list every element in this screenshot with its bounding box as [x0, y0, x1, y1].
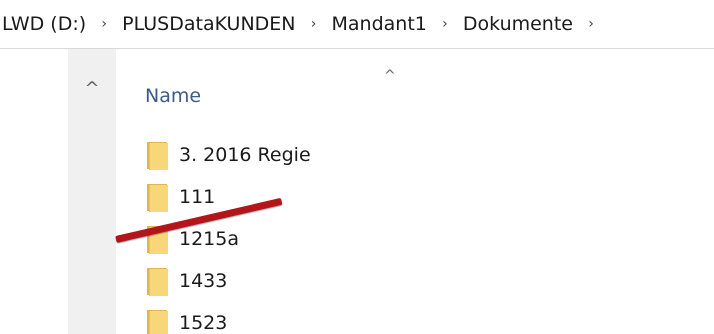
file-list: 3. 2016 Regie 111 1215a 1433 1523 — [145, 134, 705, 334]
chevron-right-icon[interactable]: › — [427, 16, 463, 32]
file-name: 111 — [179, 186, 216, 208]
navigation-pane-scrollbar[interactable]: ^ — [68, 49, 116, 334]
breadcrumb-mandant1[interactable]: Mandant1 — [332, 13, 427, 35]
folder-icon — [145, 308, 168, 334]
list-item[interactable]: 1523 — [145, 302, 705, 334]
file-name: 1215a — [179, 228, 239, 250]
file-name: 1523 — [179, 312, 228, 334]
folder-icon — [145, 140, 168, 170]
file-name: 1433 — [179, 270, 228, 292]
breadcrumb-drive[interactable]: LWD (D:) — [2, 13, 86, 35]
column-header-name[interactable]: Name — [145, 85, 201, 107]
file-name: 3. 2016 Regie — [179, 144, 311, 166]
chevron-right-icon[interactable]: › — [296, 16, 332, 32]
file-explorer-window: LWD (D:) › PLUSDataKUNDEN › Mandant1 › D… — [0, 0, 714, 334]
address-bar[interactable]: LWD (D:) › PLUSDataKUNDEN › Mandant1 › D… — [0, 0, 714, 49]
folder-icon — [145, 182, 168, 212]
chevron-right-icon[interactable]: › — [573, 16, 609, 32]
navigation-pane — [0, 49, 68, 334]
chevron-right-icon[interactable]: › — [86, 16, 122, 32]
folder-icon — [145, 266, 168, 296]
breadcrumb-plusdatakunden[interactable]: PLUSDataKUNDEN — [122, 13, 295, 35]
scroll-up-icon[interactable]: ^ — [82, 79, 102, 99]
list-item[interactable]: 1433 — [145, 260, 705, 302]
sort-ascending-icon: ^ — [384, 68, 396, 84]
list-item[interactable]: 3. 2016 Regie — [145, 134, 705, 176]
breadcrumb-dokumente[interactable]: Dokumente — [463, 13, 573, 35]
list-item[interactable]: 1215a — [145, 218, 705, 260]
